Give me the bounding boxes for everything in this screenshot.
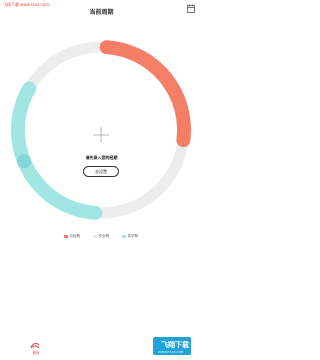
menstrual-arc bbox=[99, 40, 191, 148]
legend-swatch-safe bbox=[93, 234, 97, 239]
legend-item-fertile: 易孕期 bbox=[122, 234, 138, 239]
settings-button[interactable]: 去设置 bbox=[83, 166, 119, 177]
watermark-logo-sub: WWW.FXXZ.COM bbox=[158, 350, 184, 354]
add-icon[interactable] bbox=[91, 125, 111, 145]
legend-label-safe: 安全期 bbox=[98, 234, 110, 238]
ring-hint-text: 请先录入您的经期 bbox=[85, 155, 118, 160]
nav-home-label[interactable]: 首页 bbox=[28, 351, 44, 356]
legend-item-menstrual: 月经期 bbox=[64, 234, 80, 239]
legend-swatch-fertile bbox=[122, 234, 126, 239]
legend-item-safe: 安全期 bbox=[93, 234, 109, 239]
watermark-logo-text: 飞翔下载 bbox=[161, 341, 189, 349]
fertile-arc bbox=[11, 81, 103, 220]
legend-label-menstrual: 月经期 bbox=[69, 234, 81, 238]
legend-label-fertile: 易孕期 bbox=[127, 234, 139, 238]
home-icon[interactable] bbox=[30, 342, 40, 350]
legend-swatch-menstrual bbox=[64, 234, 68, 239]
